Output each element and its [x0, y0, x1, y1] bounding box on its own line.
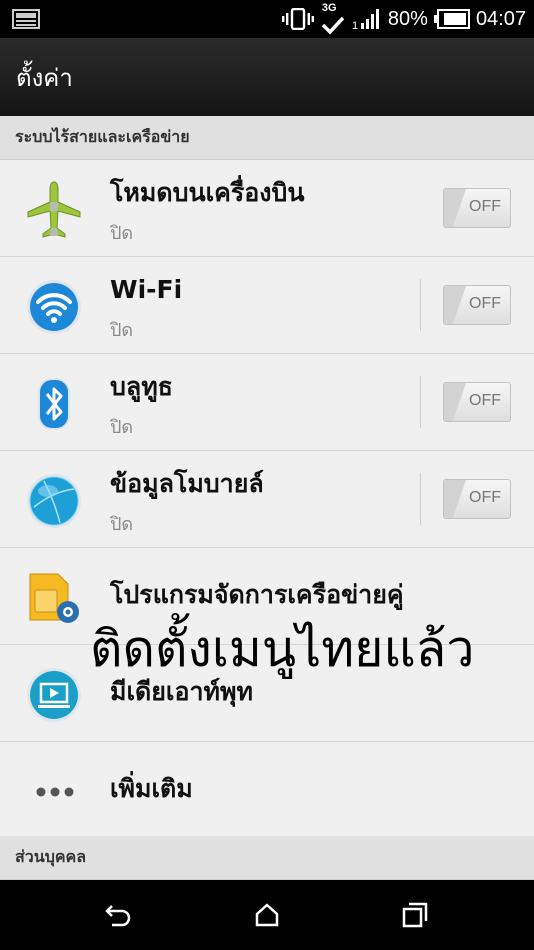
svg-text:1: 1 [352, 20, 358, 30]
airplane-mode-toggle[interactable]: OFF [443, 188, 511, 228]
divider [420, 376, 421, 428]
setting-mobile-data[interactable]: ข้อมูลโมบายล์ ปิด OFF [0, 451, 534, 548]
section-header-personal: ส่วนบุคคล [0, 836, 534, 880]
battery-icon [433, 9, 470, 29]
settings-list: โหมดบนเครื่องบิน ปิด OFF Wi-Fi ปิด OFF บ… [0, 160, 534, 839]
status-bar: 3G 1 80% 04:07 [0, 0, 534, 38]
setting-status: ปิด [110, 514, 134, 535]
clock: 04:07 [475, 7, 526, 30]
toggle-state: OFF [469, 489, 501, 506]
signal-icon: 1 [352, 8, 382, 30]
bluetooth-toggle[interactable]: OFF [443, 382, 511, 422]
setting-status: ปิด [110, 320, 134, 341]
page-title: ตั้งค่า [16, 64, 73, 92]
battery-percent: 80% [387, 7, 428, 30]
notification-icon [12, 9, 40, 33]
navigation-bar [0, 880, 534, 950]
dual-network-sim-icon [24, 568, 84, 628]
toggle-state: OFF [469, 295, 501, 312]
toggle-state: OFF [469, 198, 501, 215]
bluetooth-icon [24, 374, 84, 434]
back-icon[interactable] [104, 902, 132, 932]
setting-status: ปิด [110, 223, 134, 244]
setting-label: ข้อมูลโมบายล์ [110, 469, 264, 498]
recent-apps-icon[interactable] [402, 902, 428, 932]
3g-icon: 3G [320, 2, 346, 36]
setting-label: เพิ่มเติม [110, 774, 193, 803]
toggle-state: OFF [469, 392, 501, 409]
setting-airplane-mode[interactable]: โหมดบนเครื่องบิน ปิด OFF [0, 160, 534, 257]
overlay-caption: ติดตั้งเมนูไทยแล้ว [90, 620, 475, 678]
setting-label: โปรแกรมจัดการเครือข่ายคู่ [110, 580, 404, 609]
more-dots-icon [24, 762, 84, 822]
setting-label: บลูทูธ [110, 372, 173, 401]
wifi-icon [24, 277, 84, 337]
mobile-data-icon [24, 471, 84, 531]
setting-bluetooth[interactable]: บลูทูธ ปิด OFF [0, 354, 534, 451]
vibrate-icon [281, 8, 314, 30]
section-header-wireless: ระบบไร้สายและเครือข่าย [0, 116, 534, 160]
media-output-icon [24, 665, 84, 725]
action-bar: ตั้งค่า [0, 38, 534, 116]
home-icon[interactable] [254, 902, 280, 932]
setting-label: โหมดบนเครื่องบิน [110, 178, 305, 207]
setting-status: ปิด [110, 417, 134, 438]
setting-more[interactable]: เพิ่มเติม [0, 742, 534, 839]
mobile-data-toggle[interactable]: OFF [443, 479, 511, 519]
divider [420, 279, 421, 331]
setting-label: Wi-Fi [110, 275, 183, 304]
divider [420, 473, 421, 525]
wifi-toggle[interactable]: OFF [443, 285, 511, 325]
airplane-icon [24, 180, 84, 240]
setting-wifi[interactable]: Wi-Fi ปิด OFF [0, 257, 534, 354]
